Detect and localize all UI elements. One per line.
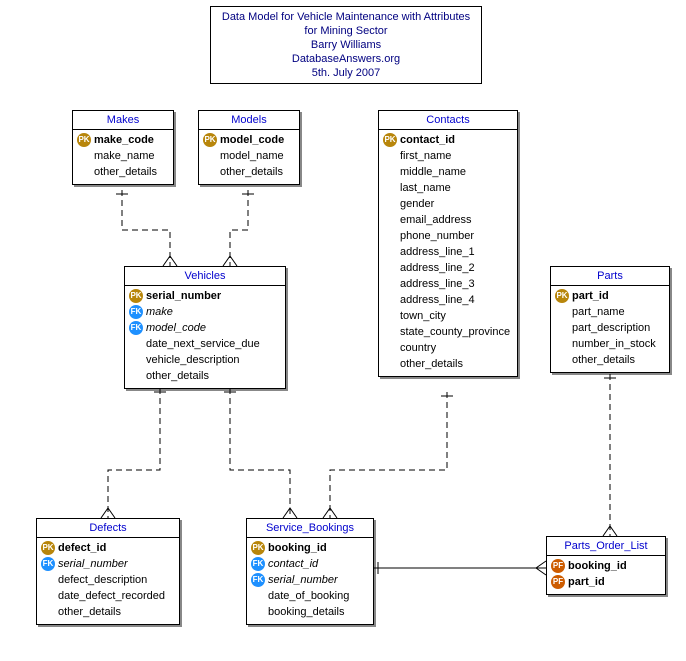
attr: booking_id xyxy=(268,540,327,556)
attr: address_line_4 xyxy=(400,292,475,308)
attr: date_next_service_due xyxy=(146,336,260,352)
entity-header: Parts_Order_List xyxy=(547,537,665,556)
attr: date_defect_recorded xyxy=(58,588,165,604)
attr: contact_id xyxy=(400,132,455,148)
pk-icon: PK xyxy=(41,541,55,555)
attr: other_details xyxy=(572,352,635,368)
pk-icon: PK xyxy=(203,133,217,147)
pf-icon: PF xyxy=(551,575,565,589)
fk-icon: FK xyxy=(251,557,265,571)
fk-icon: FK xyxy=(129,305,143,319)
pk-icon: PK xyxy=(383,133,397,147)
attr: serial_number xyxy=(268,572,338,588)
entity-makes: Makes PKmake_code make_name other_detail… xyxy=(72,110,174,185)
entity-parts-order-list: Parts_Order_List PFbooking_id PFpart_id xyxy=(546,536,666,595)
entity-header: Parts xyxy=(551,267,669,286)
attr: other_details xyxy=(400,356,463,372)
attr: model_code xyxy=(220,132,284,148)
attr: model_code xyxy=(146,320,206,336)
attr: part_name xyxy=(572,304,625,320)
attr: serial_number xyxy=(146,288,221,304)
entity-header: Defects xyxy=(37,519,179,538)
attr: booking_details xyxy=(268,604,344,620)
pf-icon: PF xyxy=(551,559,565,573)
attr: town_city xyxy=(400,308,446,324)
attr: contact_id xyxy=(268,556,318,572)
attr: first_name xyxy=(400,148,451,164)
entity-service-bookings: Service_Bookings PKbooking_id FKcontact_… xyxy=(246,518,374,625)
entity-header: Contacts xyxy=(379,111,517,130)
attr: part_id xyxy=(568,574,605,590)
attr: middle_name xyxy=(400,164,466,180)
attr: defect_description xyxy=(58,572,147,588)
attr: other_details xyxy=(94,164,157,180)
attr: state_county_province xyxy=(400,324,510,340)
attr: make_code xyxy=(94,132,154,148)
title-box: Data Model for Vehicle Maintenance with … xyxy=(210,6,482,84)
attr: other_details xyxy=(146,368,209,384)
entity-models: Models PKmodel_code model_name other_det… xyxy=(198,110,300,185)
entity-vehicles: Vehicles PKserial_number FKmake FKmodel_… xyxy=(124,266,286,389)
attr: address_line_1 xyxy=(400,244,475,260)
pk-icon: PK xyxy=(129,289,143,303)
title-author: Barry Williams xyxy=(311,39,381,51)
attr: model_name xyxy=(220,148,284,164)
entity-contacts: Contacts PKcontact_id first_name middle_… xyxy=(378,110,518,377)
entity-header: Vehicles xyxy=(125,267,285,286)
entity-parts: Parts PKpart_id part_name part_descripti… xyxy=(550,266,670,373)
pk-icon: PK xyxy=(77,133,91,147)
attr: part_description xyxy=(572,320,650,336)
fk-icon: FK xyxy=(129,321,143,335)
attr: make xyxy=(146,304,173,320)
fk-icon: FK xyxy=(41,557,55,571)
attr: number_in_stock xyxy=(572,336,656,352)
pk-icon: PK xyxy=(555,289,569,303)
title-org: DatabaseAnswers.org xyxy=(292,53,400,65)
title-line2: for Mining Sector xyxy=(304,25,387,37)
attr: last_name xyxy=(400,180,451,196)
title-date: 5th. July 2007 xyxy=(312,67,381,79)
entity-header: Models xyxy=(199,111,299,130)
attr: other_details xyxy=(220,164,283,180)
attr: email_address xyxy=(400,212,472,228)
attr: other_details xyxy=(58,604,121,620)
attr: address_line_3 xyxy=(400,276,475,292)
attr: defect_id xyxy=(58,540,106,556)
attr: address_line_2 xyxy=(400,260,475,276)
attr: part_id xyxy=(572,288,609,304)
attr: serial_number xyxy=(58,556,128,572)
title-line1: Data Model for Vehicle Maintenance with … xyxy=(222,11,470,23)
entity-header: Service_Bookings xyxy=(247,519,373,538)
attr: date_of_booking xyxy=(268,588,349,604)
entity-defects: Defects PKdefect_id FKserial_number defe… xyxy=(36,518,180,625)
attr: phone_number xyxy=(400,228,474,244)
fk-icon: FK xyxy=(251,573,265,587)
attr: country xyxy=(400,340,436,356)
attr: vehicle_description xyxy=(146,352,240,368)
attr: make_name xyxy=(94,148,155,164)
attr: booking_id xyxy=(568,558,627,574)
attr: gender xyxy=(400,196,434,212)
pk-icon: PK xyxy=(251,541,265,555)
entity-header: Makes xyxy=(73,111,173,130)
